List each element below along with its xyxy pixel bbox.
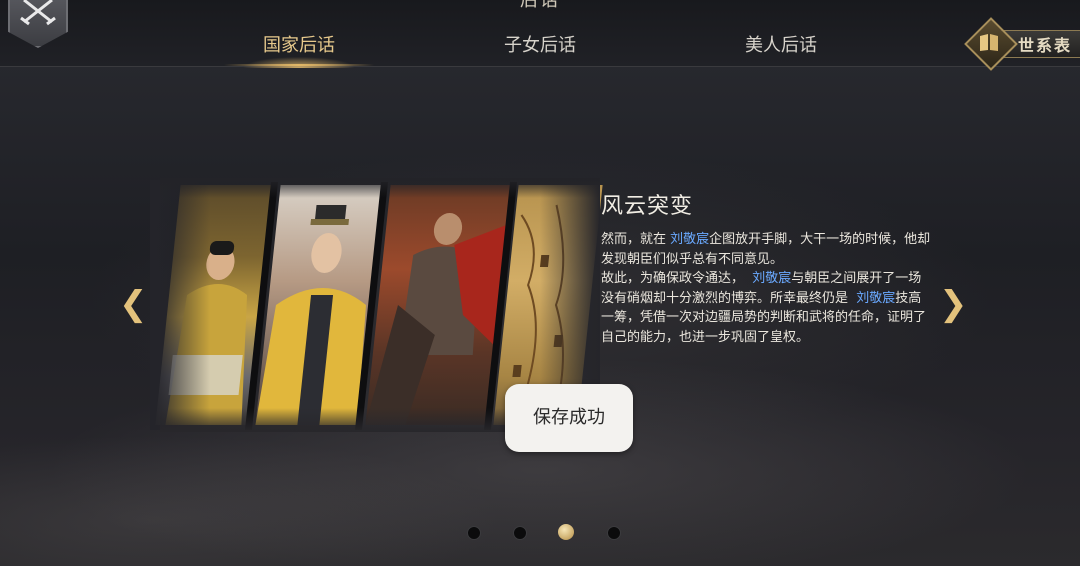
- page-title: 后话: [520, 0, 560, 11]
- page-dot-4[interactable]: [607, 526, 621, 540]
- page-dot-3-active[interactable]: [558, 524, 574, 540]
- open-book-icon: [980, 34, 998, 51]
- page-dot-1[interactable]: [467, 526, 481, 540]
- story-text: 然而，就在 刘敬宸企图放开手脚，大干一场的时候，他却发现朝臣们似乎总有不同意见。…: [601, 230, 931, 347]
- crossed-swords-icon: [20, 0, 56, 26]
- game-screen: 后话 国家后话 子女后话 美人后话 世系表 ❮ ❯ 风云突变 然而，就在 刘敬宸…: [0, 0, 1080, 566]
- lineage-button-label: 世系表: [1018, 36, 1073, 55]
- page-dot-2[interactable]: [513, 526, 527, 540]
- story-paragraph: 故此，为确保政令通达， 刘敬宸与朝臣之间展开了一场没有硝烟却十分激烈的博弈。所幸…: [601, 269, 931, 347]
- chevron-right-icon[interactable]: ❯: [939, 284, 968, 324]
- art-fade: [150, 180, 210, 430]
- character-name: 刘敬宸: [670, 232, 710, 247]
- save-success-toast: 保存成功: [505, 384, 633, 452]
- art-fade: [160, 178, 600, 198]
- story-text-segment: 然而，就在: [601, 232, 667, 247]
- tab-children-epilogue[interactable]: 子女后话: [455, 26, 625, 66]
- lineage-table-button[interactable]: 世系表: [964, 17, 1080, 71]
- active-tab-underline: [224, 64, 374, 66]
- tab-consorts-epilogue[interactable]: 美人后话: [696, 26, 866, 66]
- character-name: 刘敬宸: [856, 290, 896, 306]
- story-text-segment: 故此，为确保政令通达，: [601, 271, 745, 286]
- character-name: 刘敬宸: [752, 271, 792, 286]
- story-title: 风云突变: [601, 194, 694, 219]
- chevron-left-icon[interactable]: ❮: [119, 284, 148, 324]
- story-paragraph: 然而，就在 刘敬宸企图放开手脚，大干一场的时候，他却发现朝臣们似乎总有不同意见。: [601, 230, 931, 269]
- tab-national-epilogue[interactable]: 国家后话: [214, 26, 384, 66]
